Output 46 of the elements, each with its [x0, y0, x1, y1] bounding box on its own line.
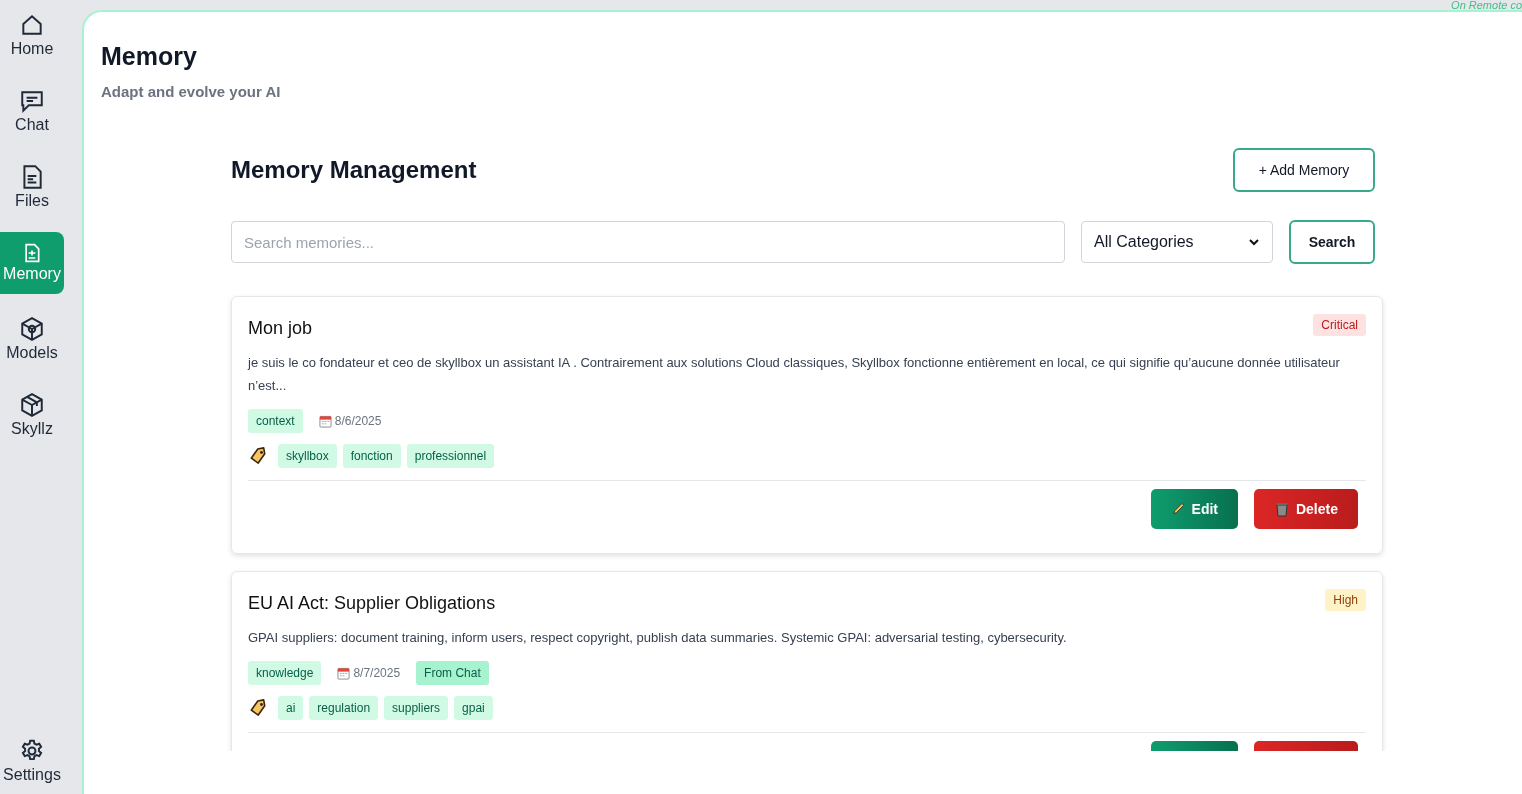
tag-chip: ai: [278, 696, 304, 720]
memory-title: EU AI Act: Supplier Obligations: [248, 593, 496, 614]
source-tag: From Chat: [416, 661, 489, 685]
tag-icon: [248, 698, 268, 718]
status-text: On Remote co: [1451, 0, 1522, 11]
nav-item[interactable]: Models: [0, 308, 64, 370]
priority-badge: Critical: [1313, 314, 1366, 336]
settings-nav-item[interactable]: Settings: [0, 730, 64, 792]
memory-title: Mon job: [248, 318, 313, 339]
chat-icon: [19, 88, 45, 114]
tag-chip: fonction: [342, 444, 401, 468]
memory-text: je suis le co fondateur et ceo de skyllbox un assistant IA . Contrairement aux solutions Cloud classiques, Skyllbox fonctionne entièrement en local, ce qui signifie qu’aucune donnée utilisateur n’est...: [248, 354, 1341, 395]
trash-icon: [1274, 501, 1290, 517]
chevron-down-icon: [1248, 236, 1260, 248]
date-text: 8/6/2025: [334, 414, 382, 428]
pencil-icon: [1171, 501, 1186, 517]
date-text: 8/7/2025: [353, 666, 401, 680]
priority-badge: High: [1325, 589, 1366, 611]
search-button[interactable]: Search: [1289, 220, 1375, 264]
tag-chip: gpai: [454, 696, 493, 720]
page-title: Memory: [101, 42, 198, 71]
category-dropdown[interactable]: All Categories: [1081, 221, 1273, 263]
tag-chip: regulation: [309, 696, 379, 720]
document-icon: [22, 243, 42, 263]
calendar-icon: [337, 666, 351, 680]
tag-chip: suppliers: [384, 696, 449, 720]
tag-chip: skyllbox: [278, 444, 337, 468]
cube-icon: [19, 316, 45, 342]
home-icon: [19, 12, 45, 38]
page-subtitle: Adapt and evolve your AI: [101, 83, 282, 100]
nav-item[interactable]: Files: [0, 156, 64, 218]
calendar-icon: [318, 414, 332, 428]
nav-item[interactable]: Skyllz: [0, 384, 64, 446]
memory-text: GPAI suppliers: document training, inform users, respect copyright, publish data summaries. Systemic GPAI: adversarial testing, cybersecurity.: [248, 629, 1068, 647]
search-field[interactable]: Search memories...: [231, 221, 1065, 263]
box-icon: [19, 392, 45, 418]
tag-chip: professionnel: [406, 444, 495, 468]
edit-button[interactable]: Edit: [1151, 489, 1238, 529]
category-tag: context: [248, 409, 303, 433]
nav-item[interactable]: Home: [0, 4, 64, 66]
tag-icon: [248, 446, 268, 466]
nav-item[interactable]: Chat: [0, 80, 64, 142]
category-tag: knowledge: [248, 661, 322, 685]
section-title: Memory Management: [231, 156, 477, 184]
delete-button[interactable]: Delete: [1254, 489, 1358, 529]
add-memory-button[interactable]: + Add Memory: [1233, 148, 1375, 192]
